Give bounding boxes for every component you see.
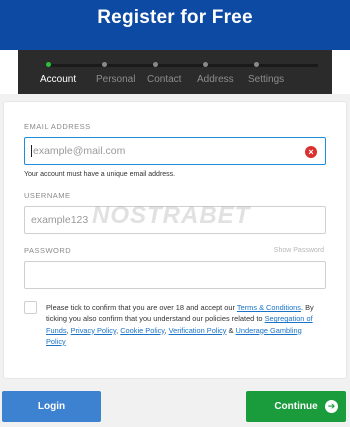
- terms-conditions-link[interactable]: Terms & Conditions: [237, 303, 301, 312]
- step-dot: [153, 62, 158, 67]
- steps-track: [48, 64, 318, 67]
- step-label: Account: [40, 74, 77, 85]
- continue-button-label: Continue: [274, 401, 318, 412]
- clear-icon[interactable]: ×: [305, 146, 317, 158]
- username-placeholder: example123: [31, 214, 89, 226]
- email-label: EMAIL ADDRESS: [24, 122, 91, 131]
- step-label: Contact: [147, 74, 182, 85]
- login-button-label: Login: [37, 401, 66, 412]
- show-password-link[interactable]: Show Password: [274, 247, 324, 254]
- login-button[interactable]: Login: [2, 391, 101, 422]
- continue-button[interactable]: Continue ➔: [246, 391, 346, 422]
- terms-text: Please tick to confirm that you are over…: [46, 302, 316, 347]
- step-dot: [254, 62, 259, 67]
- page-title: Register for Free: [97, 7, 253, 28]
- username-label: USERNAME: [24, 191, 71, 200]
- watermark-logo: NOSTRABET: [92, 202, 251, 229]
- password-label: PASSWORD: [24, 246, 72, 255]
- step-label: Address: [197, 74, 234, 85]
- step-dot: [102, 62, 107, 67]
- email-field[interactable]: example@mail.com ×: [24, 137, 326, 165]
- step-label: Personal: [96, 74, 136, 85]
- step-label: Settings: [248, 74, 285, 85]
- text-caret: [31, 145, 32, 157]
- separator: &: [226, 325, 236, 335]
- privacy-policy-link[interactable]: Privacy Policy: [71, 326, 116, 335]
- password-field[interactable]: [24, 261, 326, 289]
- steps-bar: Account Personal Contact Address Setting…: [0, 50, 350, 94]
- terms-checkbox[interactable]: [24, 301, 37, 314]
- email-placeholder: example@mail.com: [33, 145, 126, 157]
- arrow-right-icon: ➔: [325, 400, 338, 413]
- steps-progress: Account Personal Contact Address Setting…: [18, 50, 332, 94]
- terms-text-part: Please tick to confirm that you are over…: [46, 303, 237, 312]
- registration-form: EMAIL ADDRESS example@mail.com × Your ac…: [3, 101, 347, 379]
- step-dot-active: [46, 62, 51, 67]
- cookie-policy-link[interactable]: Cookie Policy: [120, 326, 164, 335]
- verification-policy-link[interactable]: Verification Policy: [169, 326, 227, 335]
- email-hint: Your account must have a unique email ad…: [24, 171, 176, 178]
- header: Register for Free: [0, 0, 350, 50]
- step-dot: [203, 62, 208, 67]
